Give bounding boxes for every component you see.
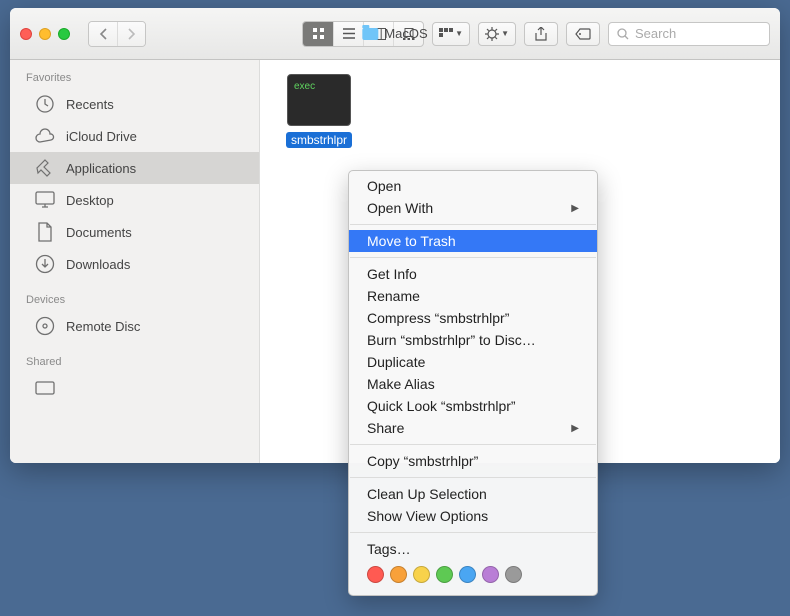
file-item[interactable]: exec smbstrhlpr — [274, 74, 364, 148]
menu-clean-up[interactable]: Clean Up Selection — [349, 483, 597, 505]
menu-separator — [350, 532, 596, 533]
clock-icon — [34, 94, 56, 114]
menu-separator — [350, 224, 596, 225]
forward-button[interactable] — [117, 22, 145, 46]
sidebar-item-applications[interactable]: Applications — [10, 152, 259, 184]
sidebar-header-shared: Shared — [10, 352, 259, 372]
sidebar-item-label: Downloads — [66, 257, 130, 272]
back-button[interactable] — [89, 22, 117, 46]
search-input[interactable]: Search — [608, 22, 770, 46]
title-text: MacOS — [384, 26, 427, 41]
close-window-button[interactable] — [20, 28, 32, 40]
minimize-window-button[interactable] — [39, 28, 51, 40]
sidebar-item-desktop[interactable]: Desktop — [10, 184, 259, 216]
tag-color-gray[interactable] — [505, 566, 522, 583]
disc-icon — [34, 316, 56, 336]
chevron-right-icon: ▶ — [571, 423, 579, 434]
exec-icon: exec — [287, 74, 351, 126]
menu-move-to-trash[interactable]: Move to Trash — [349, 230, 597, 252]
search-placeholder: Search — [635, 26, 676, 41]
sidebar-item-documents[interactable]: Documents — [10, 216, 259, 248]
tag-color-green[interactable] — [436, 566, 453, 583]
menu-open[interactable]: Open — [349, 175, 597, 197]
tag-color-blue[interactable] — [459, 566, 476, 583]
search-icon — [617, 28, 629, 40]
context-menu: Open Open With▶ Move to Trash Get Info R… — [348, 170, 598, 596]
doc-icon — [34, 222, 56, 242]
tag-color-purple[interactable] — [482, 566, 499, 583]
file-name-label: smbstrhlpr — [286, 132, 352, 148]
menu-separator — [350, 257, 596, 258]
sidebar-item-label: Desktop — [66, 193, 114, 208]
traffic-lights — [20, 28, 70, 40]
desktop-icon — [34, 190, 56, 210]
menu-duplicate[interactable]: Duplicate — [349, 351, 597, 373]
tags-button[interactable] — [566, 22, 600, 46]
menu-compress[interactable]: Compress “smbstrhlpr” — [349, 307, 597, 329]
share-button[interactable] — [524, 22, 558, 46]
menu-view-options[interactable]: Show View Options — [349, 505, 597, 527]
sidebar-item-label: iCloud Drive — [66, 129, 137, 144]
download-icon — [34, 254, 56, 274]
menu-tags[interactable]: Tags… — [349, 538, 597, 560]
arrange-button[interactable]: ▼ — [432, 22, 470, 46]
nav-buttons — [88, 21, 146, 47]
box-icon — [34, 378, 56, 398]
sidebar-item-recents[interactable]: Recents — [10, 88, 259, 120]
tag-color-orange[interactable] — [390, 566, 407, 583]
apps-icon — [34, 158, 56, 178]
sidebar-header-devices: Devices — [10, 290, 259, 310]
view-icons-button[interactable] — [303, 22, 333, 46]
menu-separator — [350, 477, 596, 478]
menu-make-alias[interactable]: Make Alias — [349, 373, 597, 395]
sidebar-item-downloads[interactable]: Downloads — [10, 248, 259, 280]
chevron-right-icon: ▶ — [571, 203, 579, 214]
sidebar-item-label: Recents — [66, 97, 114, 112]
tags-row — [349, 560, 597, 591]
menu-open-with[interactable]: Open With▶ — [349, 197, 597, 219]
menu-quick-look[interactable]: Quick Look “smbstrhlpr” — [349, 395, 597, 417]
sidebar-item-label: Documents — [66, 225, 132, 240]
sidebar-header-favorites: Favorites — [10, 68, 259, 88]
menu-burn[interactable]: Burn “smbstrhlpr” to Disc… — [349, 329, 597, 351]
cloud-icon — [34, 126, 56, 146]
menu-share[interactable]: Share▶ — [349, 417, 597, 439]
sidebar-item-label: Applications — [66, 161, 136, 176]
menu-copy[interactable]: Copy “smbstrhlpr” — [349, 450, 597, 472]
window-title: MacOS — [362, 26, 427, 41]
sidebar-item-label: Remote Disc — [66, 319, 140, 334]
tag-color-red[interactable] — [367, 566, 384, 583]
sidebar-item-remote-disc[interactable]: Remote Disc — [10, 310, 259, 342]
sidebar-item-icloud[interactable]: iCloud Drive — [10, 120, 259, 152]
maximize-window-button[interactable] — [58, 28, 70, 40]
view-list-button[interactable] — [333, 22, 363, 46]
folder-icon — [362, 28, 378, 40]
sidebar-item-shared[interactable] — [10, 372, 259, 404]
tag-color-yellow[interactable] — [413, 566, 430, 583]
titlebar: MacOS ▼ — [10, 8, 780, 60]
action-button[interactable]: ▼ — [478, 22, 516, 46]
sidebar: Favorites Recents iCloud Drive Applicati… — [10, 60, 260, 463]
menu-separator — [350, 444, 596, 445]
menu-rename[interactable]: Rename — [349, 285, 597, 307]
menu-get-info[interactable]: Get Info — [349, 263, 597, 285]
